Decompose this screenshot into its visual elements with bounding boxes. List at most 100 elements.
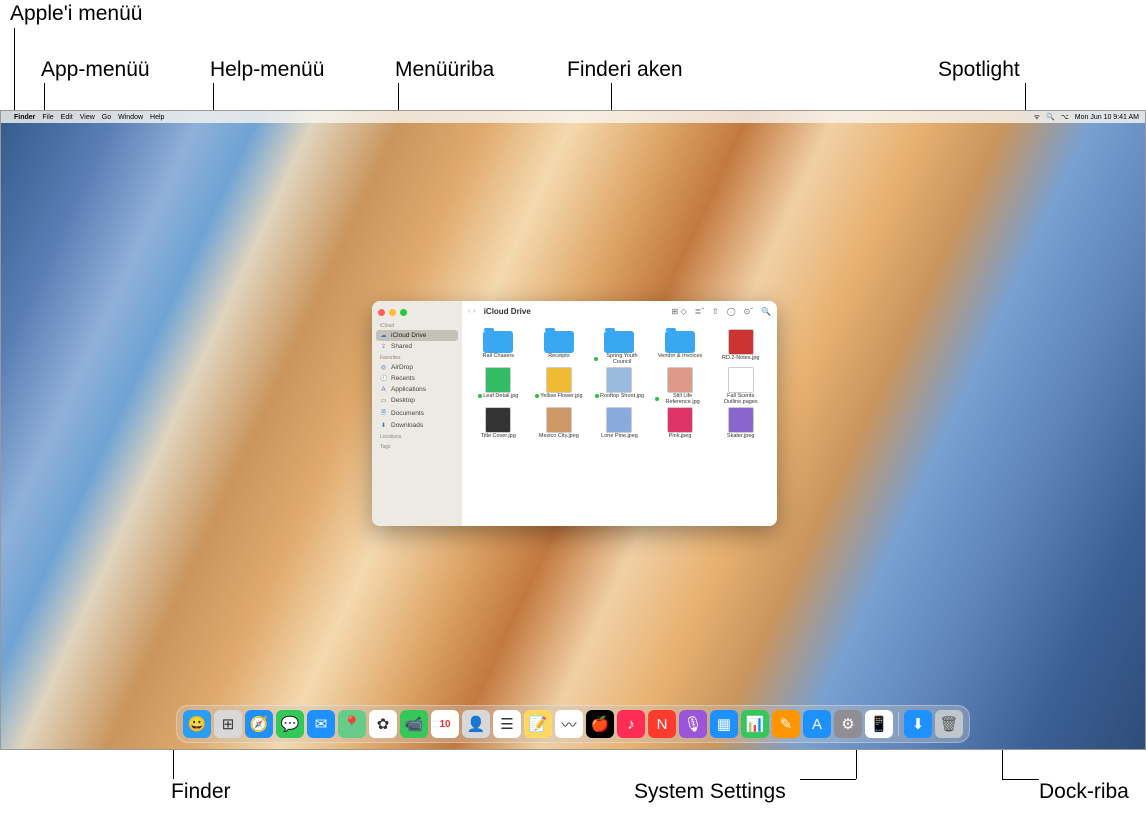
back-button[interactable]: ‹ <box>468 308 470 315</box>
file-item[interactable]: Still Life Reference.jpg <box>652 367 709 405</box>
sidebar-section-locations: Locations <box>372 431 462 441</box>
app-menu-name[interactable]: Finder <box>14 114 35 121</box>
folder-icon <box>544 331 574 353</box>
dock-app-downloads[interactable]: ⬇ <box>904 710 932 738</box>
dock-app-system-settings[interactable]: ⚙ <box>834 710 862 738</box>
dock-app-numbers[interactable]: 📊 <box>741 710 769 738</box>
dock-app-facetime[interactable]: 📹 <box>400 710 428 738</box>
minimize-button[interactable] <box>389 309 396 316</box>
sidebar-item-downloads[interactable]: ⬇Downloads <box>372 420 462 431</box>
file-thumb <box>546 407 572 433</box>
finder-main: ‹ › iCloud Drive ⊞ ◇ ≣ˇ ⇧ ◯ ⊙ˇ 🔍 Rail Ch… <box>462 301 777 526</box>
file-item[interactable]: Skater.jpeg <box>712 407 769 439</box>
dock-app-reminders[interactable]: ☰ <box>493 710 521 738</box>
file-name: Title Cover.jpg <box>481 433 516 439</box>
dock-app-tv[interactable]: 🍎 <box>586 710 614 738</box>
view-icons-button[interactable]: ⊞ ◇ <box>672 307 687 316</box>
forward-button[interactable]: › <box>473 308 475 315</box>
sidebar-item-shared[interactable]: ⇪Shared <box>372 341 462 352</box>
menu-view[interactable]: View <box>80 114 95 121</box>
tags-button[interactable]: ◯ <box>727 307 736 316</box>
sidebar-item-icloud-drive[interactable]: ☁iCloud Drive <box>376 330 458 341</box>
sidebar-item-airdrop[interactable]: ◎AirDrop <box>372 362 462 373</box>
dock-app-news[interactable]: N <box>648 710 676 738</box>
file-name: Spring Youth Council <box>594 353 644 365</box>
file-item[interactable]: Spring Youth Council <box>591 329 648 365</box>
dock-app-finder[interactable]: 😀 <box>183 710 211 738</box>
sidebar-item-documents[interactable]: 🗎 Documents <box>372 406 462 420</box>
folder-icon <box>604 331 634 353</box>
file-item[interactable]: Receipts <box>531 329 588 365</box>
close-button[interactable] <box>378 309 385 316</box>
dock-app-trash[interactable]: 🗑 <box>935 710 963 738</box>
file-item[interactable]: Mexico City.jpeg <box>531 407 588 439</box>
dock-app-photos[interactable]: ✿ <box>369 710 397 738</box>
callout-finder-dock: Finder <box>171 780 231 804</box>
file-item[interactable]: Title Cover.jpg <box>470 407 527 439</box>
menu-go[interactable]: Go <box>102 114 111 121</box>
sidebar-section-icloud: iCloud <box>372 320 462 330</box>
file-item[interactable]: Fall Scents Outline.pages <box>712 367 769 405</box>
file-item[interactable]: Lone Pine.jpeg <box>591 407 648 439</box>
dock-app-podcasts[interactable]: 🎙 <box>679 710 707 738</box>
dock-app-contacts[interactable]: 👤 <box>462 710 490 738</box>
sidebar-item-applications[interactable]: AApplications <box>372 384 462 395</box>
file-name: Skater.jpeg <box>727 433 755 439</box>
sidebar-item-desktop[interactable]: ▭Desktop <box>372 395 462 406</box>
menu-edit[interactable]: Edit <box>61 114 73 121</box>
menu-help[interactable]: Help <box>150 114 164 121</box>
dock-separator <box>898 712 899 736</box>
callout-spotlight: Spotlight <box>938 58 1020 82</box>
dock-app-keynote[interactable]: ▦ <box>710 710 738 738</box>
file-thumb <box>667 407 693 433</box>
finder-window: iCloud☁iCloud Drive⇪SharedFavorites◎AirD… <box>372 301 777 526</box>
zoom-button[interactable] <box>400 309 407 316</box>
file-item[interactable]: Vendor & Invoices <box>652 329 709 365</box>
search-button[interactable]: 🔍 <box>761 307 771 316</box>
sidebar-icon: 🗎 <box>380 408 387 418</box>
wifi-icon[interactable]: ᯤ <box>1034 113 1040 122</box>
sidebar-icon: ◎ <box>380 364 387 371</box>
group-button[interactable]: ≣ˇ <box>695 307 704 316</box>
file-name: Receipts <box>548 353 569 359</box>
sidebar-section-favorites: Favorites <box>372 352 462 362</box>
sidebar-item-recents[interactable]: 🕘Recents <box>372 373 462 384</box>
file-item[interactable]: Rooftop Shoot.jpg <box>591 367 648 405</box>
dock-app-mail[interactable]: ✉ <box>307 710 335 738</box>
sidebar-label: Documents <box>391 410 424 417</box>
dock-app-launchpad[interactable]: ⊞ <box>214 710 242 738</box>
file-item[interactable]: Pink.jpeg <box>652 407 709 439</box>
menu-file[interactable]: File <box>42 114 53 121</box>
file-name: Pink.jpeg <box>669 433 692 439</box>
dock-app-messages[interactable]: 💬 <box>276 710 304 738</box>
dock-app-app-store[interactable]: A <box>803 710 831 738</box>
dock: 😀⊞🧭💬✉📍✿📹10👤☰📝〰🍎♪N🎙▦📊✎A⚙📱 ⬇🗑 <box>176 705 970 743</box>
dock-app-pages[interactable]: ✎ <box>772 710 800 738</box>
file-item[interactable]: Leaf Detail.jpg <box>470 367 527 405</box>
dock-app-notes[interactable]: 📝 <box>524 710 552 738</box>
action-button[interactable]: ⊙ˇ <box>744 307 753 316</box>
callout-app-menu: App-menüü <box>41 58 150 82</box>
file-name: Rooftop Shoot.jpg <box>595 393 644 399</box>
file-item[interactable]: Rail Chasers <box>470 329 527 365</box>
spotlight-icon[interactable]: 🔍 <box>1046 113 1055 121</box>
dock-app-iphone-mirroring[interactable]: 📱 <box>865 710 893 738</box>
callout-apple-menu: Apple'i menüü <box>10 2 142 26</box>
menu-window[interactable]: Window <box>118 114 143 121</box>
file-thumb <box>728 407 754 433</box>
menubar-datetime[interactable]: Mon Jun 10 9:41 AM <box>1075 114 1139 121</box>
file-thumb <box>546 367 572 393</box>
dock-app-calendar[interactable]: 10 <box>431 710 459 738</box>
callout-system-settings: System Settings <box>634 780 786 804</box>
dock-app-freeform[interactable]: 〰 <box>555 710 583 738</box>
dock-app-music[interactable]: ♪ <box>617 710 645 738</box>
dock-app-maps[interactable]: 📍 <box>338 710 366 738</box>
file-item[interactable]: RD.2-Notes.jpg <box>712 329 769 365</box>
sidebar-section-tags: Tags <box>372 441 462 451</box>
dock-app-safari[interactable]: 🧭 <box>245 710 273 738</box>
file-item[interactable]: Yellow Flower.jpg <box>531 367 588 405</box>
sidebar-label: Desktop <box>391 397 415 404</box>
control-center-icon[interactable]: ⌥ <box>1061 113 1069 121</box>
sidebar-icon: ⬇ <box>380 422 387 429</box>
share-button[interactable]: ⇧ <box>712 307 719 316</box>
